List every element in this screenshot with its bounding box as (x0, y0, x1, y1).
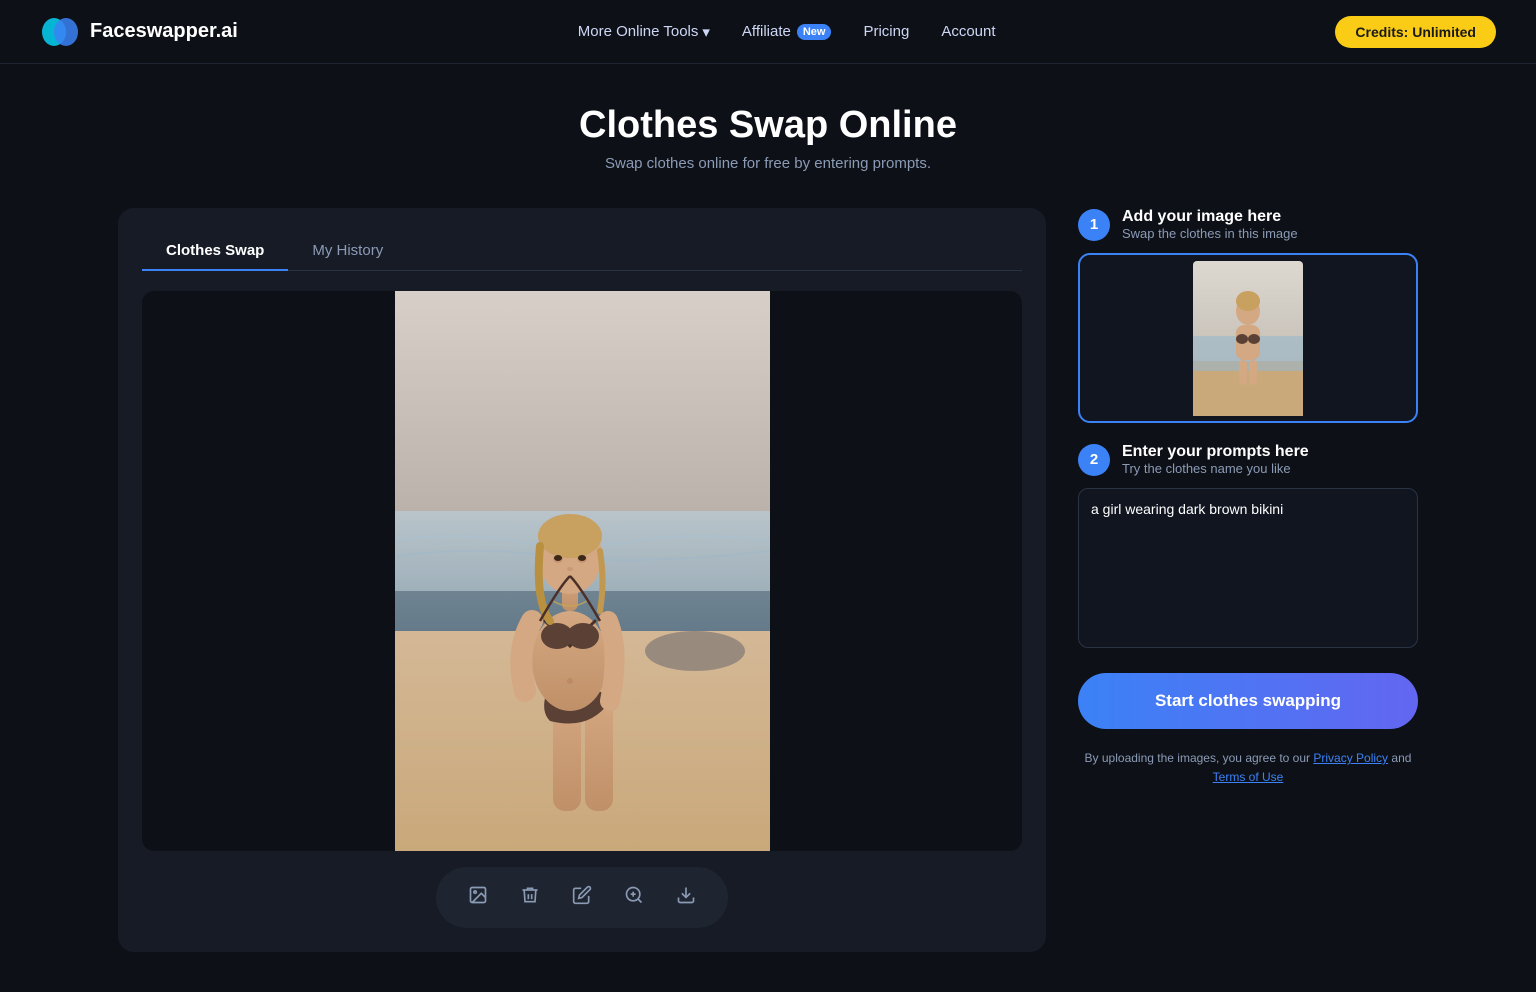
step2-title: Enter your prompts here (1122, 443, 1309, 461)
nav-more-tools[interactable]: More Online Tools ▾ (578, 23, 710, 41)
step2-number: 2 (1078, 444, 1110, 476)
nav-pricing[interactable]: Pricing (863, 23, 909, 40)
image-icon (468, 889, 488, 909)
page-subtitle: Swap clothes online for free by entering… (80, 155, 1456, 172)
trash-button[interactable] (508, 877, 552, 918)
left-panel: Clothes Swap My History (118, 208, 1046, 952)
zoom-button[interactable] (612, 877, 656, 918)
page-title: Clothes Swap Online (80, 104, 1456, 147)
privacy-policy-link[interactable]: Privacy Policy (1313, 751, 1388, 765)
credits-button[interactable]: Credits: Unlimited (1335, 16, 1496, 48)
terms-text: By uploading the images, you agree to ou… (1078, 749, 1418, 787)
edit-button[interactable] (560, 877, 604, 918)
image-preview-area (142, 291, 1022, 851)
uploaded-thumbnail (1193, 261, 1303, 416)
tab-my-history[interactable]: My History (288, 232, 407, 271)
edit-icon (572, 889, 592, 909)
logo-area[interactable]: Faceswapper.ai (40, 12, 238, 52)
image-icon-button[interactable] (456, 877, 500, 918)
start-swapping-button[interactable]: Start clothes swapping (1078, 673, 1418, 729)
image-upload-box[interactable] (1078, 253, 1418, 423)
right-panel: 1 Add your image here Swap the clothes i… (1078, 208, 1418, 787)
step1-title: Add your image here (1122, 208, 1298, 226)
image-toolbar (436, 867, 728, 928)
download-icon (676, 889, 696, 909)
logo-text: Faceswapper.ai (90, 20, 238, 43)
tab-clothes-swap[interactable]: Clothes Swap (142, 232, 288, 271)
step1-number: 1 (1078, 209, 1110, 241)
tab-bar: Clothes Swap My History (142, 232, 1022, 271)
step1-subtitle: Swap the clothes in this image (1122, 226, 1298, 241)
trash-icon (520, 889, 540, 909)
nav-account[interactable]: Account (941, 23, 995, 40)
step2-subtitle: Try the clothes name you like (1122, 461, 1309, 476)
chevron-down-icon: ▾ (702, 23, 710, 41)
preview-image (395, 291, 770, 851)
main-nav: More Online Tools ▾ Affiliate New Pricin… (578, 23, 996, 41)
prompt-textarea[interactable]: a girl wearing dark brown bikini (1078, 488, 1418, 648)
step2-block: 2 Enter your prompts here Try the clothe… (1078, 443, 1418, 653)
zoom-icon (624, 889, 644, 909)
terms-of-use-link[interactable]: Terms of Use (1213, 770, 1284, 784)
step1-block: 1 Add your image here Swap the clothes i… (1078, 208, 1418, 423)
logo-icon (40, 12, 80, 52)
nav-affiliate[interactable]: Affiliate New (742, 23, 832, 40)
download-button[interactable] (664, 877, 708, 918)
new-badge: New (797, 24, 832, 40)
